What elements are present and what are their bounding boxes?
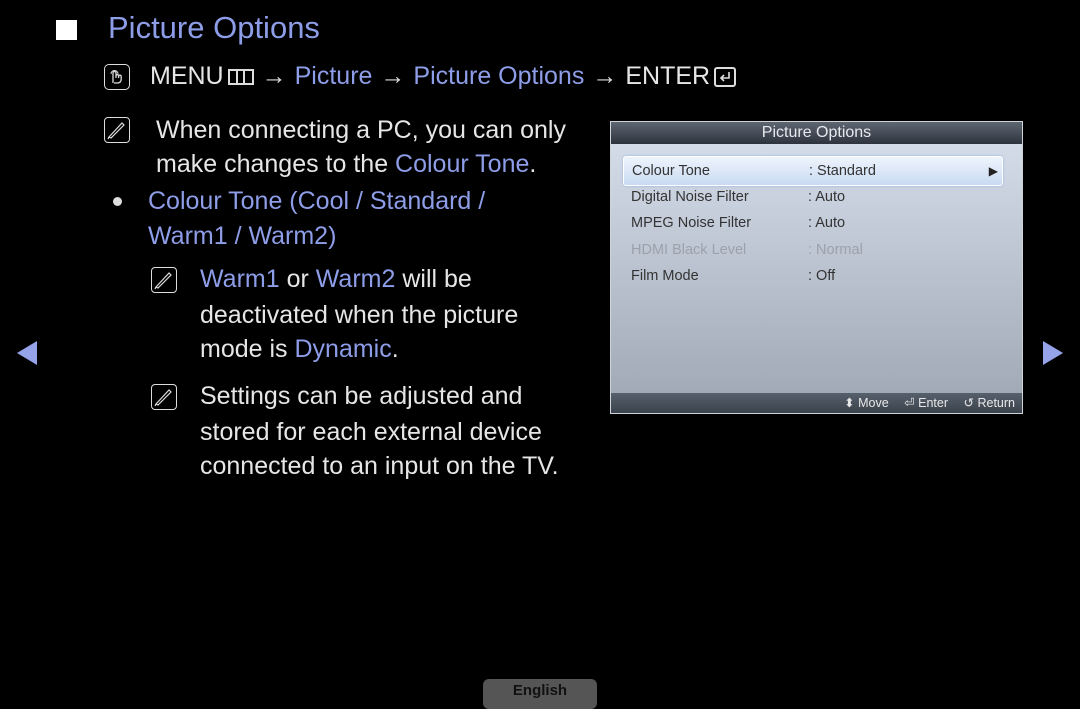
- osd-row-mpeg-noise-filter[interactable]: MPEG Noise Filter : Auto: [631, 211, 1002, 235]
- note-icon: [104, 117, 130, 143]
- enter-icon: ⏎: [904, 396, 915, 410]
- path-picture-options: Picture Options: [413, 62, 585, 90]
- return-hint: ↺ Return: [964, 396, 1016, 410]
- enter-label: ENTER: [625, 62, 711, 90]
- osd-row-digital-noise-filter[interactable]: Digital Noise Filter : Auto: [631, 185, 1002, 209]
- bullet-line2: Warm1 / Warm2): [148, 222, 337, 250]
- text: .: [529, 150, 537, 178]
- highlight-warm1: Warm1: [200, 265, 280, 293]
- enter-label: Enter: [918, 396, 949, 410]
- return-icon: ↺: [963, 396, 974, 410]
- picture-options-osd: Picture Options Colour Tone : Standard ▶…: [610, 121, 1023, 414]
- osd-row-value: : Auto: [808, 189, 846, 205]
- note1-line1: When connecting a PC, you can only: [156, 116, 566, 144]
- osd-title: Picture Options: [611, 122, 1022, 144]
- enter-hint: ⏎ Enter: [904, 396, 948, 410]
- page-title: Picture Options: [108, 10, 320, 45]
- menu-icon: [227, 68, 254, 85]
- highlight-dynamic: Dynamic: [294, 335, 392, 363]
- osd-row-label: Film Mode: [631, 268, 699, 284]
- osd-row-value: : Standard: [809, 163, 876, 179]
- osd-row-label: Colour Tone: [632, 163, 710, 179]
- note3-line3: connected to an input on the TV.: [200, 452, 559, 480]
- enter-icon: [714, 66, 737, 87]
- bullet-icon: [113, 197, 122, 206]
- osd-row-hdmi-black-level: HDMI Black Level : Normal: [631, 238, 1002, 262]
- highlight-warm2: Warm2: [315, 265, 396, 293]
- highlight-colour-tone: Colour Tone: [395, 150, 530, 178]
- bullet-line1: Colour Tone (Cool / Standard /: [148, 187, 486, 215]
- up-down-icon: ⬍: [844, 396, 855, 410]
- osd-row-film-mode[interactable]: Film Mode : Off: [631, 264, 1002, 288]
- note2-line3: mode is Dynamic.: [200, 332, 399, 367]
- arrow: →: [261, 62, 287, 90]
- osd-row-label: HDMI Black Level: [631, 242, 747, 258]
- submenu-arrow-icon: ▶: [988, 164, 998, 178]
- next-page-arrow-icon[interactable]: [1043, 341, 1063, 365]
- text: will be: [395, 265, 472, 293]
- note2-line1: Warm1 or Warm2 will be: [200, 262, 472, 297]
- note-icon: [151, 384, 177, 410]
- note2-line2: deactivated when the picture: [200, 301, 519, 329]
- text: mode is: [200, 335, 295, 363]
- note-icon: [151, 267, 177, 293]
- text: .: [391, 335, 399, 363]
- osd-row-value: : Off: [808, 268, 836, 284]
- move-hint: ⬍ Move: [844, 396, 889, 410]
- menu-path: MENU → Picture → Picture Options → ENTER: [104, 62, 737, 91]
- note3-line1: Settings can be adjusted and: [200, 382, 523, 410]
- prev-page-arrow-icon[interactable]: [17, 341, 37, 365]
- arrow: →: [592, 62, 618, 90]
- section-square-icon: [56, 20, 77, 40]
- note3-line2: stored for each external device: [200, 418, 542, 446]
- osd-row-label: Digital Noise Filter: [631, 189, 749, 205]
- return-label: Return: [977, 396, 1015, 410]
- arrow: →: [380, 62, 406, 90]
- text: or: [279, 265, 316, 293]
- path-picture: Picture: [294, 62, 373, 90]
- move-label: Move: [858, 396, 889, 410]
- osd-row-value: : Normal: [808, 242, 863, 258]
- text: make changes to the: [156, 150, 396, 178]
- osd-footer: ⬍ Move ⏎ Enter ↺ Return: [611, 393, 1022, 413]
- osd-row-colour-tone[interactable]: Colour Tone : Standard ▶: [623, 156, 1003, 186]
- osd-row-label: MPEG Noise Filter: [631, 215, 752, 231]
- note1-line2: make changes to the Colour Tone.: [156, 147, 536, 182]
- osd-row-value: : Auto: [808, 215, 846, 231]
- menu-label: MENU: [150, 62, 224, 90]
- remote-hand-icon: [104, 63, 130, 90]
